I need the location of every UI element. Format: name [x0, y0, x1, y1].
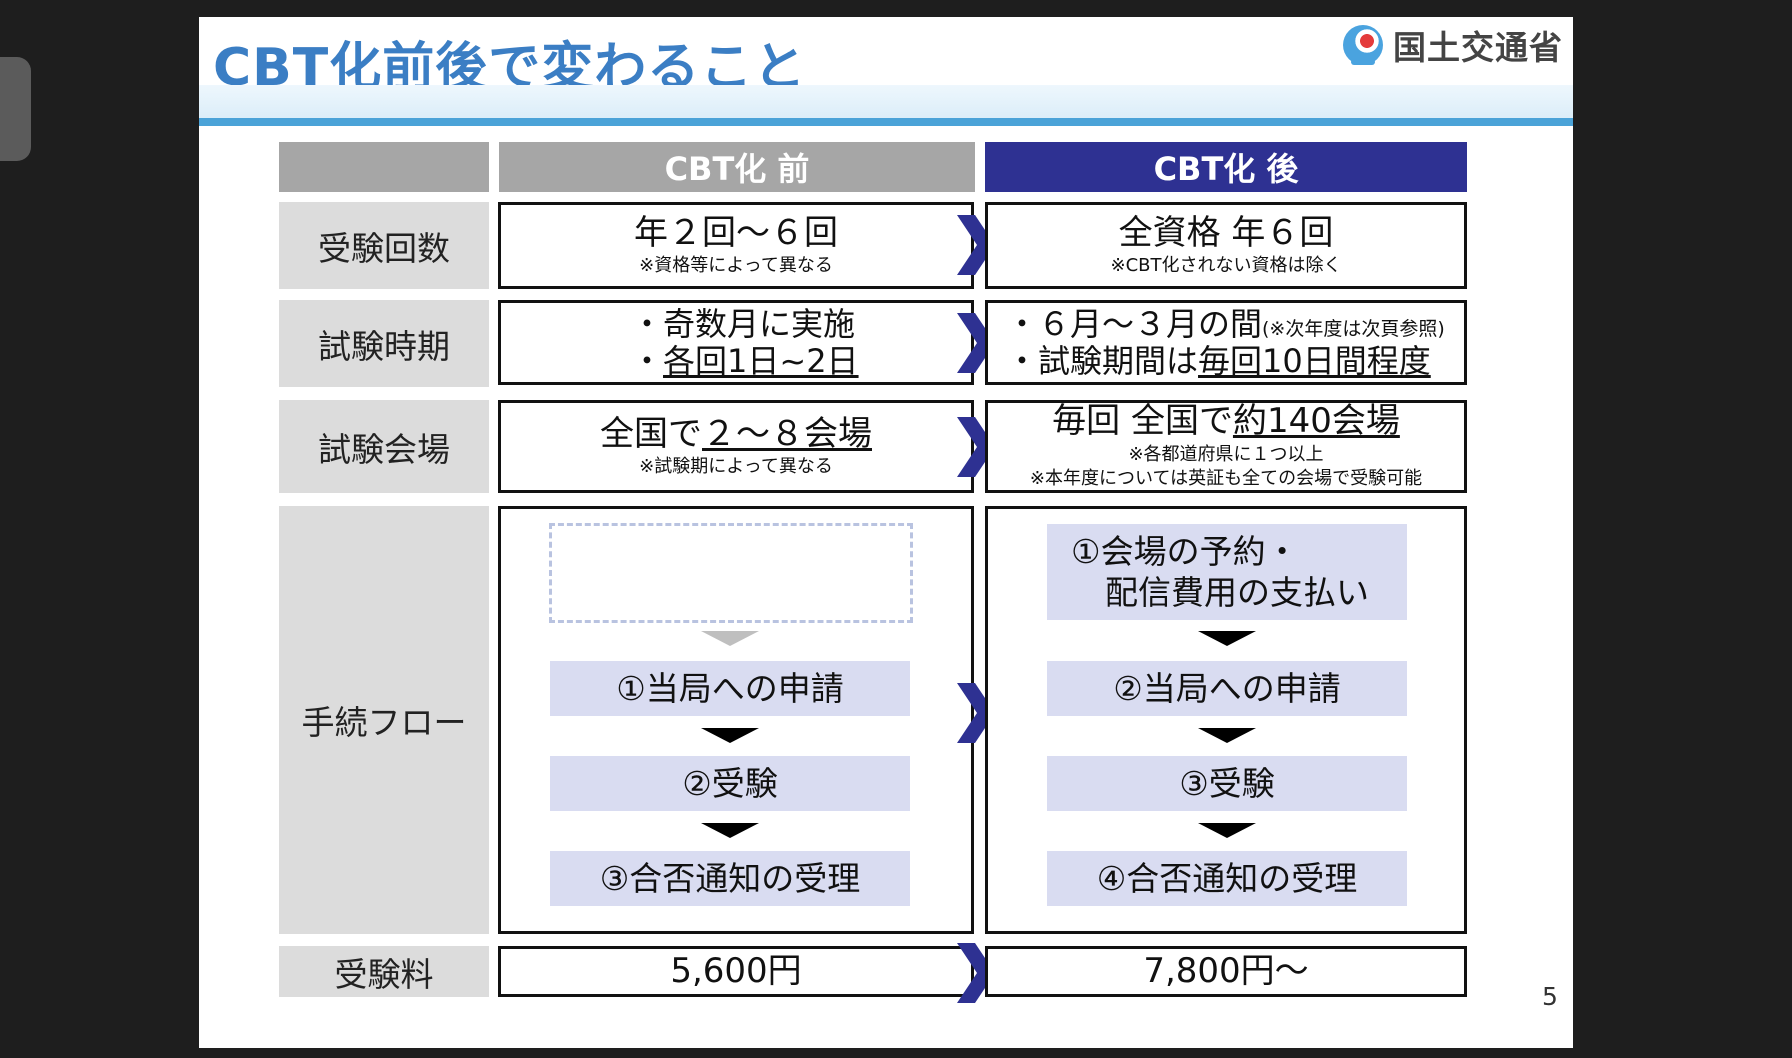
row-label-flow: 手続フロー [279, 506, 489, 934]
row-label-venue: 試験会場 [279, 400, 489, 493]
venue-before-note: ※試験期によって異なる [639, 455, 833, 477]
flow-before-arrow-2 [701, 823, 759, 838]
fee-after-cell: 7,800円～ [985, 946, 1467, 997]
flow-before-arrow-grey [701, 631, 759, 646]
header-empty-cell [279, 142, 489, 192]
header-before: CBT化 前 [499, 142, 975, 192]
venue-after-cell: 毎回 全国で約140会場 ※各都道府県に１つ以上 ※本年度については英証も全ての… [985, 400, 1467, 493]
org-name: 国土交通省 [1393, 28, 1563, 67]
slide: CBT化前後で変わること 国土交通省 CBT化 前 CBT化 後 受験回数 年２… [199, 17, 1573, 1048]
header-after: CBT化 後 [985, 142, 1467, 192]
period-after-cell: ・６月～３月の間(※次年度は次頁参照) ・試験期間は毎回10日間程度 [985, 300, 1467, 385]
flow-after-step-4: ④合否通知の受理 [1047, 851, 1407, 906]
row-label-period: 試験時期 [279, 300, 489, 387]
count-before-cell: 年２回～６回 ※資格等によって異なる [498, 202, 974, 289]
flow-after-arrow-3 [1198, 823, 1256, 838]
period-after-line2-underlined: 毎回10日間程度 [1198, 341, 1431, 380]
flow-before-arrow-1 [701, 728, 759, 743]
count-before-note: ※資格等によって異なる [639, 254, 833, 276]
venue-after-note1: ※各都道府県に１つ以上 [1128, 443, 1324, 465]
venue-after-note2: ※本年度については英証も全ての会場で受験可能 [1029, 468, 1423, 490]
side-panel-handle[interactable] [0, 57, 31, 161]
mlit-logo: 国土交通省 [1343, 21, 1563, 69]
period-after-line1-main: ・６月～３月の間 [1006, 304, 1263, 343]
period-before-line2-underlined: 各回1日~2日 [663, 341, 859, 380]
flow-before-step-2: ②受験 [550, 756, 910, 811]
flow-after-arrow-2 [1198, 728, 1256, 743]
period-before-line2-prefix: ・ [631, 341, 664, 380]
venue-after-main: 毎回 全国で約140会場 [1052, 402, 1400, 441]
venue-before-main: 全国で２～８会場 [600, 413, 872, 454]
venue-after-underlined: 約140会場 [1232, 401, 1400, 442]
flow-after-arrow-1 [1198, 631, 1256, 646]
flow-before-step-1: ①当局への申請 [550, 661, 910, 716]
flow-before-step-3: ③合否通知の受理 [550, 851, 910, 906]
period-before-cell: ・奇数月に実施 ・各回1日~2日 [498, 300, 974, 385]
count-after-main: 全資格 年６回 [1118, 212, 1334, 253]
flow-after-step-2: ②当局への申請 [1047, 661, 1407, 716]
flow-after-step-1: ①会場の予約・ 配信費用の支払い [1047, 524, 1407, 620]
venue-before-underlined: ２～８会場 [702, 413, 872, 454]
period-after-line2: ・試験期間は毎回10日間程度 [1006, 341, 1431, 380]
period-after-line2-prefix: ・試験期間は [1006, 341, 1199, 380]
period-before-line1: ・奇数月に実施 [631, 304, 856, 343]
flow-before-placeholder [549, 523, 913, 623]
period-after-line1-note: (※次年度は次頁参照) [1262, 317, 1445, 340]
fee-after-value: 7,800円～ [1143, 950, 1309, 991]
venue-after-prefix: 毎回 全国で [1052, 401, 1233, 442]
count-after-note: ※CBT化されない資格は除く [1110, 254, 1342, 276]
venue-before-prefix: 全国で [600, 413, 702, 454]
title-underline [199, 118, 1573, 126]
period-before-line2: ・各回1日~2日 [631, 341, 859, 380]
row-label-fee: 受験料 [279, 946, 489, 997]
flow-after-step-1-line2: 配信費用の支払い [1105, 573, 1369, 612]
fee-before-value: 5,600円 [670, 950, 802, 991]
mlit-emblem-icon [1343, 25, 1383, 65]
count-before-main: 年２回～６回 [634, 212, 838, 253]
period-after-line1: ・６月～３月の間(※次年度は次頁参照) [1006, 304, 1445, 343]
flow-after-step-3: ③受験 [1047, 756, 1407, 811]
page-number: 5 [1542, 982, 1558, 1011]
count-after-cell: 全資格 年６回 ※CBT化されない資格は除く [985, 202, 1467, 289]
row-label-count: 受験回数 [279, 202, 489, 289]
venue-before-cell: 全国で２～８会場 ※試験期によって異なる [498, 400, 974, 493]
fee-before-cell: 5,600円 [498, 946, 974, 997]
flow-after-step-1-line1: ①会場の予約・ [1071, 531, 1299, 571]
